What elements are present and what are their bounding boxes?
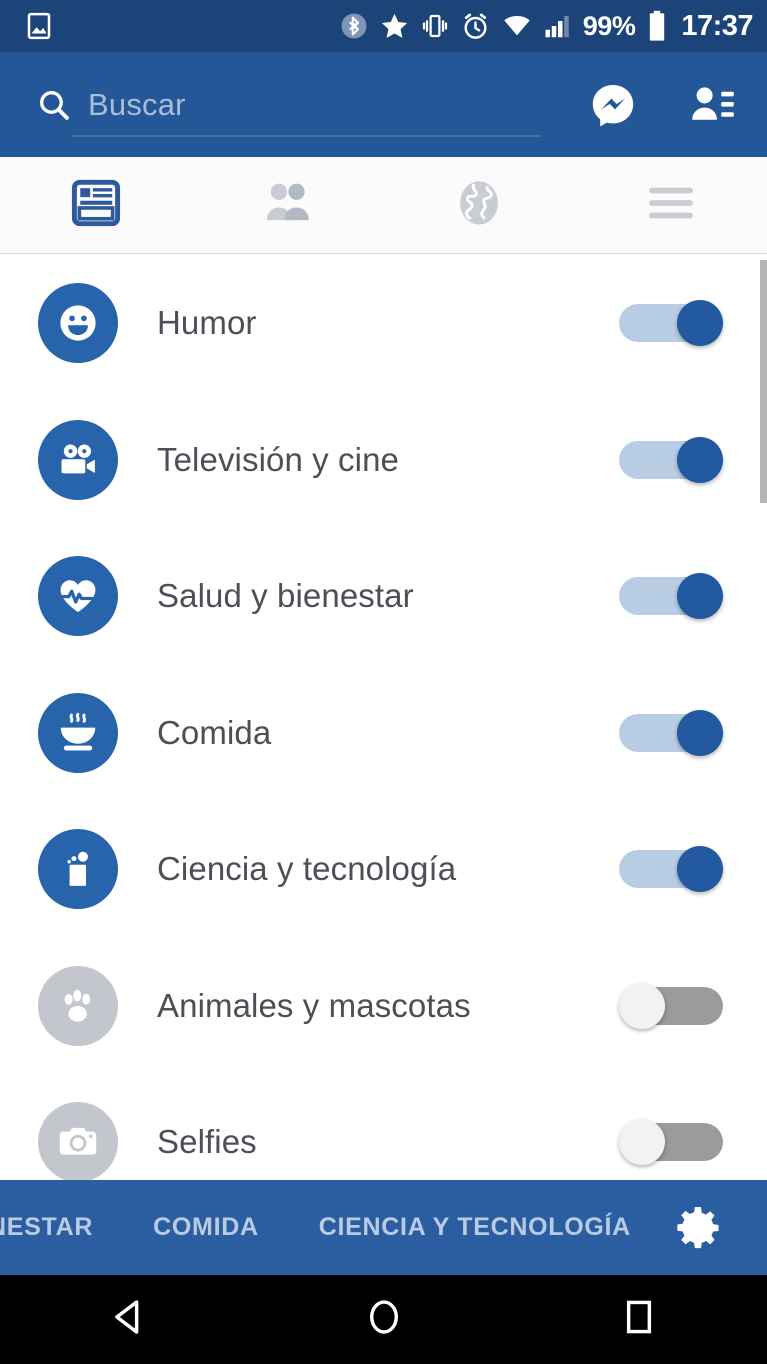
list-item-label: Televisión y cine [157, 440, 399, 478]
heartbeat-icon [38, 556, 118, 637]
vibrate-icon [420, 11, 450, 41]
back-button[interactable] [0, 1275, 256, 1364]
list-item-label: Animales y mascotas [157, 986, 471, 1024]
square-recents-icon [616, 1294, 662, 1345]
topic-toggle[interactable] [619, 709, 723, 756]
topic-toggle[interactable] [619, 846, 723, 893]
app-header: Buscar [0, 52, 767, 157]
list-item[interactable]: Ciencia y tecnología [0, 801, 767, 938]
battery-icon [645, 10, 669, 42]
hamburger-menu-icon [644, 181, 698, 230]
battery-percent-label: 99% [582, 10, 636, 41]
status-bar-left [24, 11, 54, 41]
list-item-label: Salud y bienestar [157, 577, 414, 615]
toggle-thumb [619, 982, 665, 1029]
contacts-icon[interactable] [689, 81, 737, 129]
status-clock: 17:37 [681, 9, 753, 42]
vertical-scrollbar[interactable] [760, 260, 767, 503]
tab-friends[interactable] [192, 157, 384, 253]
search-underline [72, 134, 541, 137]
wifi-icon [501, 11, 533, 41]
toggle-thumb [677, 709, 723, 756]
star-icon [379, 11, 410, 42]
list-item[interactable]: Salud y bienestar [0, 528, 767, 665]
recents-button[interactable] [511, 1275, 767, 1364]
globe-icon [452, 176, 506, 235]
topics-list[interactable]: Humor Televisión y cine Salud y bienesta… [0, 255, 767, 1180]
list-item[interactable]: Humor [0, 255, 767, 392]
gear-icon[interactable] [673, 1202, 767, 1254]
search-placeholder: Buscar [88, 86, 186, 122]
toggle-thumb [677, 846, 723, 893]
signal-icon [543, 11, 573, 41]
topic-toggle[interactable] [619, 573, 723, 620]
app-screen: 99% 17:37 Buscar Humor Televisión y cine… [0, 0, 767, 1364]
list-item-label: Humor [157, 304, 257, 342]
list-item[interactable]: Selfies [0, 1074, 767, 1180]
news-feed-icon [69, 176, 123, 235]
status-bar-right: 99% 17:37 [339, 10, 753, 43]
list-item[interactable]: Animales y mascotas [0, 938, 767, 1075]
smiley-icon [38, 283, 118, 364]
toggle-thumb [619, 1119, 665, 1166]
category-tab[interactable]: NESTAR [0, 1213, 123, 1242]
bluetooth-icon [339, 11, 369, 41]
tab-menu[interactable] [575, 157, 767, 253]
toggle-thumb [677, 436, 723, 483]
home-button[interactable] [256, 1275, 512, 1364]
messenger-icon[interactable] [589, 81, 637, 129]
list-item-label: Selfies [157, 1123, 257, 1161]
main-tab-bar [0, 157, 767, 254]
toggle-thumb [677, 300, 723, 347]
list-item[interactable]: Televisión y cine [0, 392, 767, 529]
android-nav-bar [0, 1275, 767, 1364]
soup-bowl-icon [38, 692, 118, 773]
search-icon [36, 87, 80, 123]
search-input[interactable]: Buscar [36, 73, 541, 137]
tab-news-feed[interactable] [0, 157, 192, 253]
movie-camera-icon [38, 419, 118, 500]
friends-icon [261, 176, 315, 235]
list-item-label: Comida [157, 713, 272, 751]
circle-home-icon [361, 1294, 407, 1345]
topic-toggle[interactable] [619, 300, 723, 347]
image-icon [24, 11, 54, 41]
header-actions [589, 81, 745, 129]
alarm-icon [460, 11, 491, 42]
triangle-back-icon [105, 1294, 151, 1345]
beaker-icon [38, 829, 118, 910]
category-tab[interactable]: CIENCIA Y TECNOLOGÍA [289, 1213, 661, 1242]
topic-toggle[interactable] [619, 436, 723, 483]
toggle-thumb [677, 573, 723, 620]
camera-icon [38, 1102, 118, 1180]
category-bar: NESTAR COMIDA CIENCIA Y TECNOLOGÍA [0, 1180, 767, 1275]
category-tab[interactable]: COMIDA [123, 1213, 289, 1242]
list-item[interactable]: Comida [0, 665, 767, 802]
status-bar: 99% 17:37 [0, 0, 767, 52]
paw-print-icon [38, 965, 118, 1046]
tab-globe[interactable] [384, 157, 576, 253]
topic-toggle[interactable] [619, 982, 723, 1029]
topic-toggle[interactable] [619, 1119, 723, 1166]
list-item-label: Ciencia y tecnología [157, 850, 457, 888]
